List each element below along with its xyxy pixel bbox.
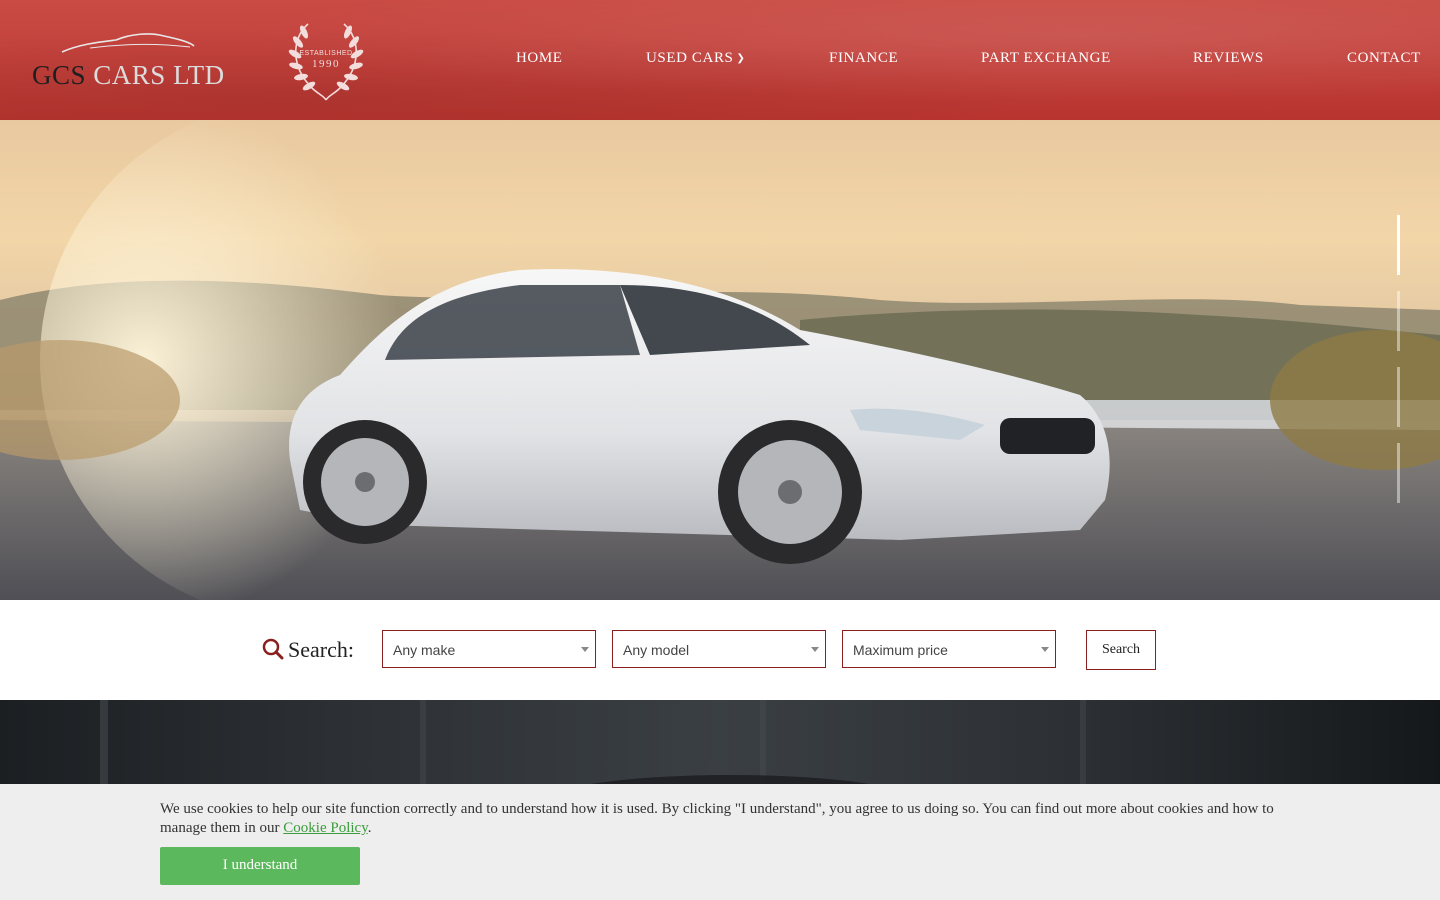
logo-text: GCS CARS LTD — [32, 60, 225, 91]
nav-used-cars-label: USED CARS — [646, 50, 734, 66]
make-select[interactable]: Any make — [382, 630, 596, 668]
hero-slider — [0, 120, 1440, 600]
search-button[interactable]: Search — [1086, 630, 1156, 670]
hero-car-image — [0, 120, 1440, 600]
chevron-down-icon: ❯ — [736, 53, 746, 64]
cookie-accept-button[interactable]: I understand — [160, 847, 360, 885]
nav-home[interactable]: HOME — [516, 50, 563, 67]
site-header: GCS CARS LTD ESTABLISHED 1990 HOME USED … — [0, 0, 1440, 120]
established-badge: ESTABLISHED 1990 — [278, 16, 374, 102]
search-icon — [262, 638, 284, 660]
nav-part-exchange[interactable]: PART EXCHANGE — [981, 50, 1111, 67]
site-logo[interactable]: GCS CARS LTD — [32, 30, 225, 91]
price-select-value: Maximum price — [853, 642, 948, 658]
car-silhouette-icon — [61, 33, 195, 53]
nav-contact[interactable]: CONTACT — [1347, 50, 1421, 67]
slider-indicator[interactable] — [1397, 215, 1400, 275]
cookie-text-after: . — [367, 820, 372, 836]
dropdown-arrow-icon — [811, 647, 819, 652]
slider-indicator[interactable] — [1397, 291, 1400, 351]
dropdown-arrow-icon — [581, 647, 589, 652]
nav-used-cars[interactable]: USED CARS ❯ — [646, 50, 746, 67]
search-label: Search: — [262, 637, 354, 663]
nav-reviews[interactable]: REVIEWS — [1193, 50, 1264, 67]
make-select-value: Any make — [393, 642, 456, 658]
price-select[interactable]: Maximum price — [842, 630, 1056, 668]
cookie-banner: We use cookies to help our site function… — [0, 784, 1440, 900]
logo-gcs: GCS — [32, 60, 87, 90]
badge-established-text: ESTABLISHED — [299, 50, 353, 57]
logo-cars: CARS LTD — [93, 60, 225, 90]
model-select-value: Any model — [623, 642, 690, 658]
slider-indicator[interactable] — [1397, 443, 1400, 503]
search-label-text: Search: — [288, 637, 354, 662]
slider-indicator[interactable] — [1397, 367, 1400, 427]
model-select[interactable]: Any model — [612, 630, 826, 668]
cookie-message: We use cookies to help our site function… — [160, 800, 1280, 838]
nav-finance[interactable]: FINANCE — [829, 50, 898, 67]
cookie-policy-link[interactable]: Cookie Policy — [283, 820, 367, 836]
badge-year-text: 1990 — [312, 58, 340, 70]
dropdown-arrow-icon — [1041, 647, 1049, 652]
